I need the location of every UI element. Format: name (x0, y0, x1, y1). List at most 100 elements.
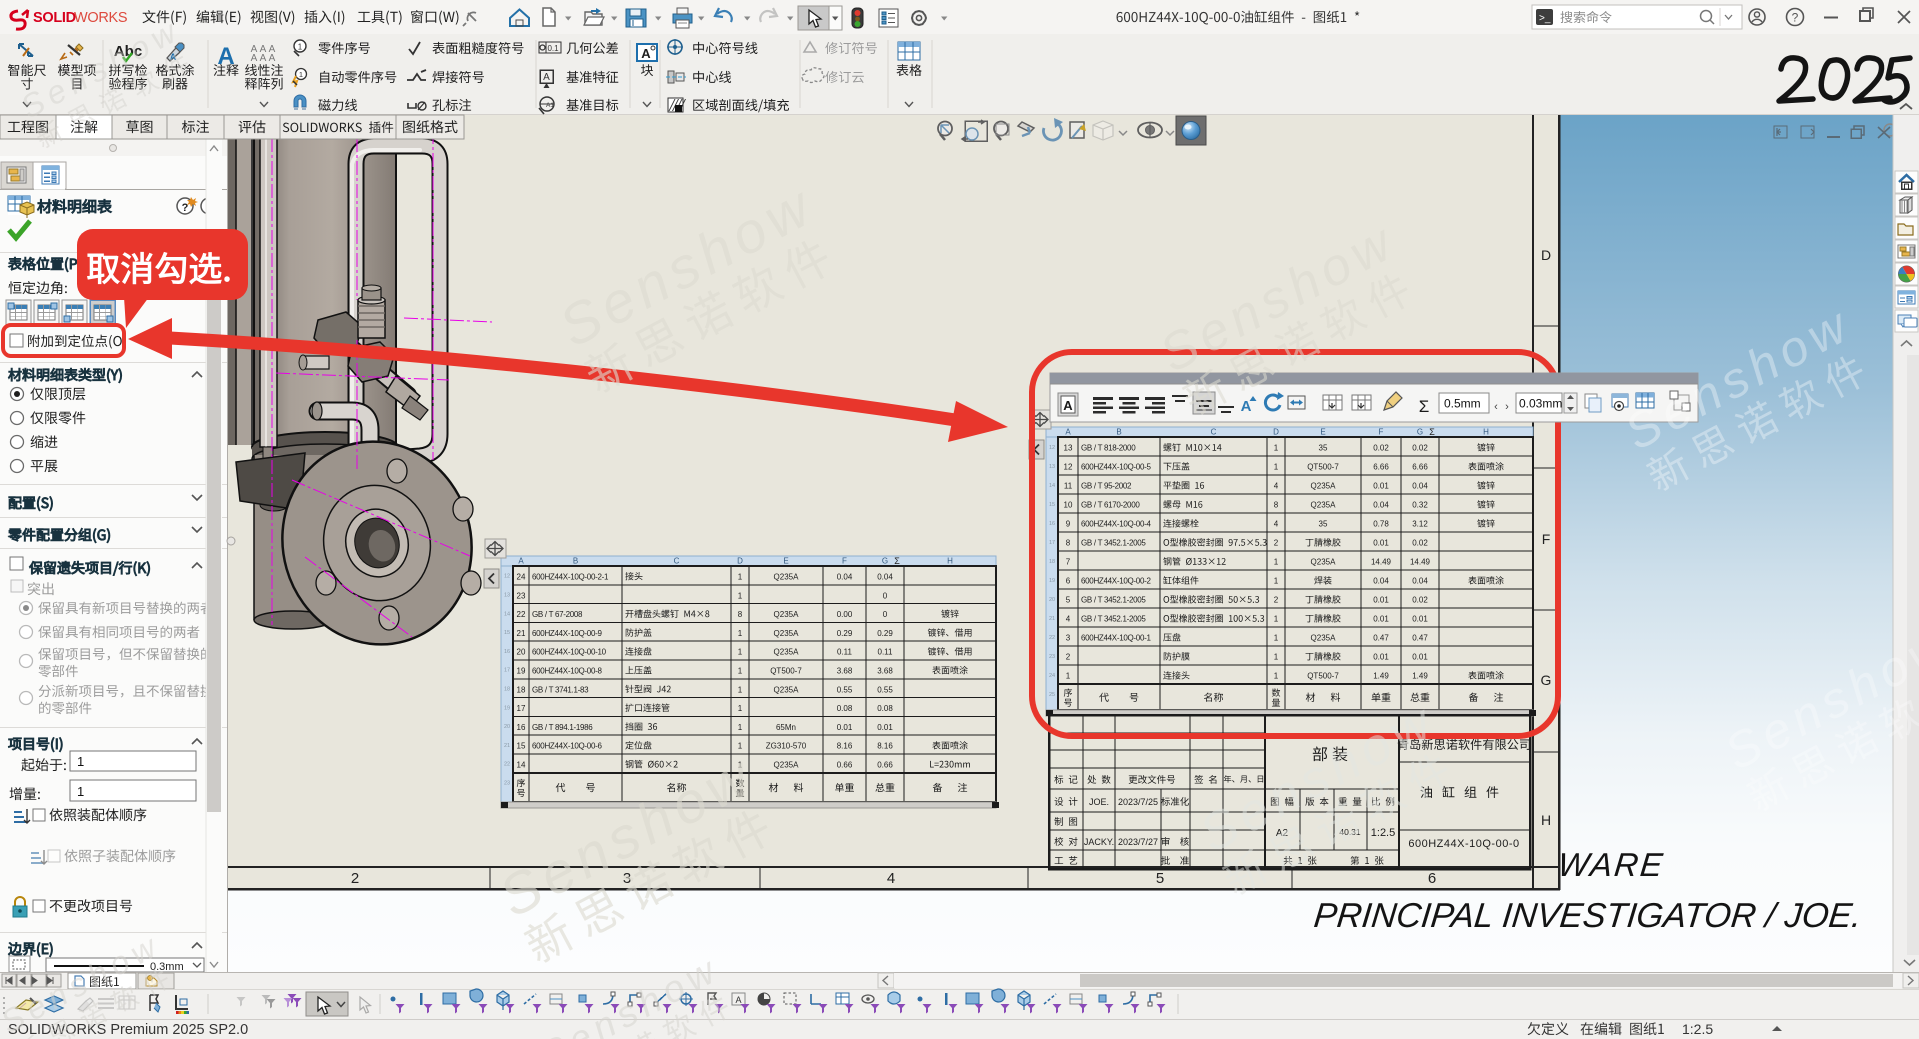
svg-text:24: 24 (1049, 673, 1055, 679)
svg-text:0.04: 0.04 (1412, 482, 1428, 491)
svg-text:21: 21 (517, 629, 526, 638)
svg-text:35: 35 (1319, 520, 1328, 529)
svg-text:14: 14 (1049, 483, 1055, 489)
svg-text:1: 1 (1274, 653, 1279, 662)
svg-text:1: 1 (738, 704, 743, 713)
svg-text:G: G (1417, 428, 1423, 437)
svg-text:0.01: 0.01 (1412, 615, 1428, 624)
svg-text:JOE.: JOE. (1089, 797, 1109, 807)
svg-text:Q235A: Q235A (774, 610, 800, 619)
svg-text:QT500-7: QT500-7 (1307, 463, 1339, 472)
svg-text:0.01: 0.01 (1412, 653, 1428, 662)
svg-text:Q235A: Q235A (1311, 558, 1337, 567)
svg-text:G: G (1541, 672, 1552, 688)
svg-text:A: A (260, 53, 267, 64)
svg-text:0.00: 0.00 (837, 610, 853, 619)
svg-text:1: 1 (77, 754, 84, 769)
svg-text:0.47: 0.47 (1373, 634, 1389, 643)
svg-text:1: 1 (1274, 672, 1279, 681)
svg-text:F: F (1379, 428, 1384, 437)
svg-text:0.01: 0.01 (1373, 482, 1389, 491)
svg-text:19: 19 (1049, 578, 1055, 584)
svg-text:4: 4 (1274, 520, 1279, 529)
svg-text:0.01: 0.01 (1373, 615, 1389, 624)
svg-text:21: 21 (1049, 616, 1055, 622)
svg-text:A: A (269, 53, 276, 64)
svg-text:600HZ44X-10Q-00-8: 600HZ44X-10Q-00-8 (532, 667, 602, 676)
svg-text:2: 2 (1066, 653, 1071, 662)
svg-text:SOLID: SOLID (33, 10, 76, 26)
svg-text:17: 17 (517, 704, 526, 713)
svg-text:1:2.5: 1:2.5 (1682, 1021, 1713, 1037)
svg-text:GB / T 3452.1-2005: GB / T 3452.1-2005 (1081, 596, 1146, 605)
svg-text:10: 10 (1064, 501, 1073, 510)
svg-text:3.68: 3.68 (837, 667, 853, 676)
svg-text:1: 1 (299, 70, 303, 79)
svg-text:5: 5 (1066, 596, 1071, 605)
svg-text:GB / T 3741.1-83: GB / T 3741.1-83 (532, 685, 589, 694)
svg-text:14: 14 (504, 611, 510, 617)
svg-text:12: 12 (1064, 463, 1073, 472)
svg-text:600HZ44X-10Q-00-9: 600HZ44X-10Q-00-9 (532, 629, 602, 638)
svg-text:B: B (1116, 428, 1121, 437)
svg-text:1: 1 (1274, 615, 1279, 624)
svg-text:GB / T 67-2008: GB / T 67-2008 (532, 610, 583, 619)
svg-text:?: ? (182, 202, 189, 214)
svg-text:0.01: 0.01 (837, 723, 853, 732)
svg-text:8: 8 (738, 610, 743, 619)
svg-text:JACKY.: JACKY. (1084, 837, 1114, 847)
svg-text:16: 16 (1049, 521, 1055, 527)
svg-text:C: C (1211, 428, 1217, 437)
svg-text:1: 1 (738, 573, 743, 582)
svg-text:600HZ44X-10Q-00-5: 600HZ44X-10Q-00-5 (1081, 463, 1151, 472)
svg-text:9: 9 (1066, 520, 1071, 529)
svg-text:0.55: 0.55 (837, 685, 853, 694)
svg-text:0.01: 0.01 (1373, 653, 1389, 662)
svg-text:Q235A: Q235A (774, 573, 800, 582)
svg-text:8.16: 8.16 (877, 742, 893, 751)
svg-text:0.04: 0.04 (837, 573, 853, 582)
svg-text:1: 1 (1274, 558, 1279, 567)
svg-text:0.78: 0.78 (1373, 520, 1389, 529)
svg-text:0: 0 (883, 591, 888, 600)
svg-text:1: 1 (738, 667, 743, 676)
svg-text:SOLIDWORKS Premium 2025 SP2.0: SOLIDWORKS Premium 2025 SP2.0 (8, 1022, 248, 1038)
svg-text:3.12: 3.12 (1412, 520, 1428, 529)
svg-text:15: 15 (1049, 502, 1055, 508)
svg-text:GB / T 95-2002: GB / T 95-2002 (1081, 482, 1132, 491)
svg-text:13: 13 (1064, 444, 1073, 453)
svg-text:6: 6 (1428, 870, 1436, 887)
svg-text:8: 8 (1066, 539, 1071, 548)
svg-text:7: 7 (1066, 558, 1071, 567)
svg-text:0.04: 0.04 (877, 573, 893, 582)
svg-text:A: A (217, 43, 234, 70)
svg-text:23: 23 (517, 591, 526, 600)
svg-text:D: D (1541, 247, 1551, 263)
svg-text:17: 17 (504, 668, 510, 674)
svg-text:17: 17 (1049, 540, 1055, 546)
svg-text:14: 14 (517, 761, 526, 770)
svg-text:1: 1 (1274, 577, 1279, 586)
svg-text:A1: A1 (546, 102, 554, 109)
svg-text:A: A (251, 53, 258, 64)
svg-text:0.1: 0.1 (547, 44, 559, 53)
svg-text:A: A (518, 557, 524, 566)
svg-text:23: 23 (1049, 654, 1055, 660)
svg-text:QT500-7: QT500-7 (770, 667, 802, 676)
svg-text:65Mn: 65Mn (776, 723, 796, 732)
svg-text:3.68: 3.68 (877, 667, 893, 676)
svg-text:1: 1 (1274, 444, 1279, 453)
svg-text:12: 12 (1049, 445, 1055, 451)
svg-text:Q235A: Q235A (774, 648, 800, 657)
svg-text:0.32: 0.32 (1412, 501, 1428, 510)
svg-text:600HZ44X-10Q-00-1: 600HZ44X-10Q-00-1 (1081, 634, 1151, 643)
svg-text:Q235A: Q235A (774, 761, 800, 770)
svg-text:GB / T 3452.1-2005: GB / T 3452.1-2005 (1081, 615, 1146, 624)
svg-text:0.04: 0.04 (1373, 501, 1389, 510)
svg-text:25: 25 (1049, 692, 1055, 698)
svg-text:19: 19 (517, 667, 526, 676)
svg-text:0.47: 0.47 (1412, 634, 1428, 643)
svg-text:0.29: 0.29 (837, 629, 853, 638)
svg-text:0.04: 0.04 (1412, 577, 1428, 586)
svg-text:‹: ‹ (1494, 401, 1498, 413)
